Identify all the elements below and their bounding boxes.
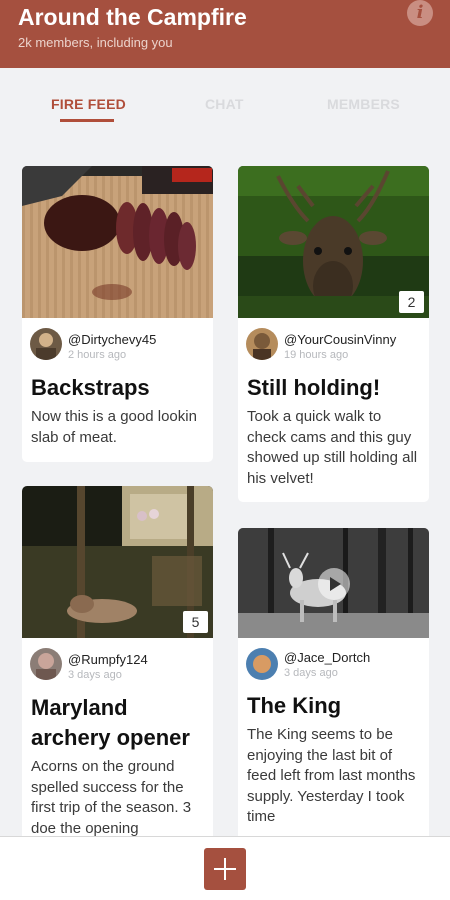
post-body: The King seems to be enjoying the last b…: [247, 726, 416, 825]
tab-chat[interactable]: CHAT: [205, 96, 244, 112]
post-author[interactable]: @YourCousinVinny: [284, 332, 396, 347]
post-author[interactable]: @Jace_Dortch: [284, 650, 370, 665]
post-timestamp: 19 hours ago: [284, 349, 349, 361]
info-icon[interactable]: i: [407, 0, 433, 26]
group-title: Around the Campfire: [18, 4, 247, 30]
play-icon[interactable]: [318, 568, 350, 600]
photo-count-badge: 2: [399, 291, 424, 313]
post-author[interactable]: @Rumpfy124: [68, 652, 148, 667]
member-count: 2k members, including you: [18, 35, 173, 50]
post-body: Now this is a good lookin slab of meat.: [31, 408, 197, 446]
avatar[interactable]: [30, 648, 62, 680]
post-timestamp: 2 hours ago: [68, 349, 127, 361]
post-timestamp: 3 days ago: [284, 667, 338, 679]
photo-count-badge: 5: [183, 611, 208, 633]
bottom-bar: [0, 836, 450, 900]
post-photo[interactable]: [22, 166, 213, 318]
post-title: Still holding!: [247, 375, 381, 400]
avatar[interactable]: [246, 648, 278, 680]
avatar[interactable]: [30, 328, 62, 360]
active-tab-indicator: [60, 119, 114, 122]
tab-members[interactable]: MEMBERS: [327, 96, 400, 112]
post-photo[interactable]: [238, 528, 429, 638]
post-title: Maryland archery opener: [31, 695, 190, 750]
post-body: Acorns on the ground spelled success for…: [31, 758, 192, 837]
tab-bar: FIRE FEED CHAT MEMBERS: [0, 68, 450, 130]
app-header: Around the Campfire 2k members, includin…: [0, 0, 450, 68]
plus-icon[interactable]: [204, 848, 246, 890]
post-card[interactable]: 5 @Rumpfy124 3 days ago Maryland archery…: [22, 486, 213, 846]
post-card[interactable]: @Dirtychevy45 2 hours ago Backstraps Now…: [22, 166, 213, 462]
post-card[interactable]: 2 @YourCousinVinny 19 hours ago Still ho…: [238, 166, 429, 502]
post-timestamp: 3 days ago: [68, 669, 122, 681]
post-author[interactable]: @Dirtychevy45: [68, 332, 156, 347]
post-photo[interactable]: 2: [238, 166, 429, 318]
post-body: Took a quick walk to check cams and this…: [247, 408, 418, 487]
post-title: Backstraps: [31, 375, 150, 400]
post-card[interactable]: @Jace_Dortch 3 days ago The King The Kin…: [238, 528, 429, 846]
tab-fire-feed[interactable]: FIRE FEED: [51, 96, 126, 112]
post-photo[interactable]: 5: [22, 486, 213, 638]
avatar[interactable]: [246, 328, 278, 360]
post-title: The King: [247, 693, 342, 718]
